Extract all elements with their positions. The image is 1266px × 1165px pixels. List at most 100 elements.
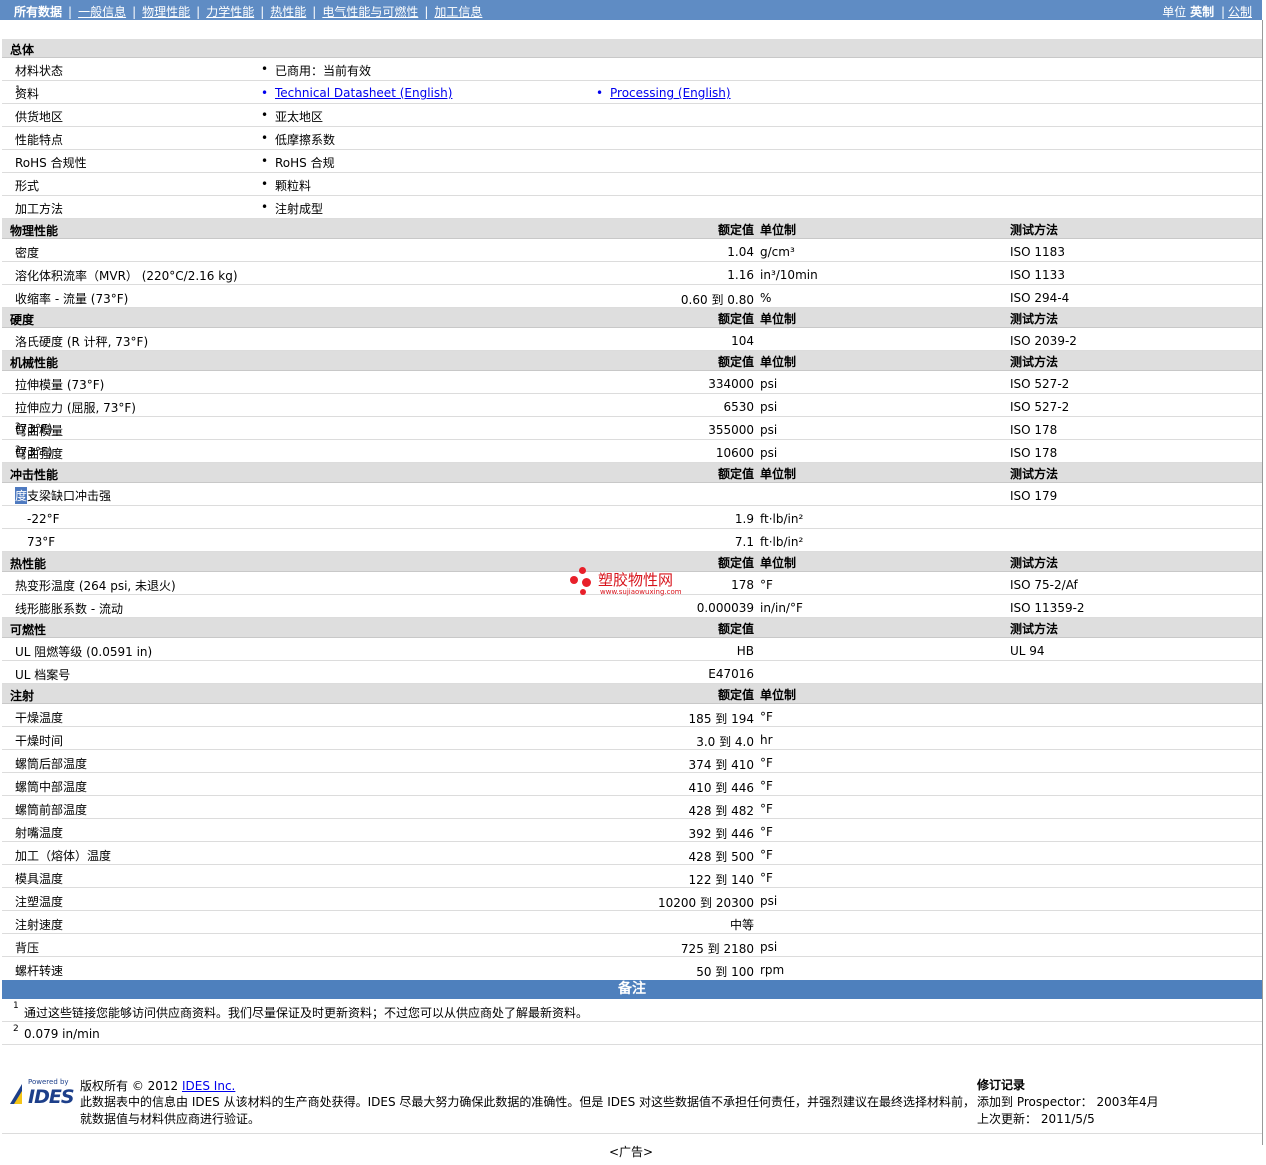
table-row: UL 阻燃等级 (0.0591 in) HB UL 94 [2,638,1262,661]
col-header-nominal: 额定值 [717,312,754,326]
table-row: 简支梁缺口冲击强度 ISO 179 [2,483,1262,506]
tab-physical[interactable]: 物理性能 [142,5,190,19]
table-row: 材料状态 已商用：当前有效 [2,58,1262,81]
table-row: 干燥时间 3.0 到 4.0 hr [2,727,1262,750]
section-header-mechanical: 机械性能 额定值 单位制 测试方法 [2,351,1262,371]
row-label: 干燥时间 [15,734,64,748]
row-unit: rpm [760,963,785,977]
table-row: -22°F 1.9 ft·lb/in² [2,506,1262,529]
col-header-method: 测试方法 [1010,622,1059,636]
row-method: ISO 178 [1010,423,1058,437]
row-label: 螺筒后部温度 [15,757,88,771]
unit-label: 单位 [1162,5,1187,19]
watermark-url: www.sujiaowuxing.com [600,588,682,596]
copyright: 版权所有 © 2012 IDES Inc. [80,1077,235,1094]
note-text: 0.079 in/min [24,1027,100,1041]
section-header-physical: 物理性能 额定值 单位制 测试方法 [2,219,1262,239]
row-method: ISO 1183 [1010,245,1065,259]
row-value: 0.000039 [696,601,754,615]
unit-english-button[interactable]: 英制 [1190,5,1214,19]
table-row: 弯曲强度 2 (73°F) 10600 psi ISO 178 [2,440,1262,463]
row-value: 725 到 2180 [680,942,754,956]
disclaimer-line-2: 就数据值与材料供应商进行验证。 [80,1112,261,1126]
row-value: 178 [731,578,754,592]
col-header-unit: 单位制 [760,688,797,702]
row-unit: °F [760,825,773,839]
col-header-unit: 单位制 [760,467,797,481]
row-label: 螺筒中部温度 [15,780,88,794]
table-row: 螺杆转速 50 到 100 rpm [2,957,1262,980]
row-label: 密度 [15,246,40,260]
row-label: 注塑温度 [15,895,64,909]
ides-logo-text: IDES [28,1086,75,1108]
disclaimer: 此数据表中的信息由 IDES 从该材料的生产商处获得。IDES 尽最大努力确保此… [80,1093,975,1127]
section-title: 物理性能 [10,224,59,238]
row-value: 已商用：当前有效 [261,62,371,79]
col-header-nominal: 额定值 [717,622,754,636]
tab-thermal[interactable]: 热性能 [270,5,306,19]
row-unit: hr [760,733,773,747]
row-label: 模具温度 [15,872,64,886]
row-unit: psi [760,423,778,437]
ides-inc-link[interactable]: IDES Inc. [182,1079,235,1093]
section-header-impact: 冲击性能 额定值 单位制 测试方法 [2,463,1262,483]
row-label: RoHS 合规性 [15,156,87,170]
table-row: 加工方法 注射成型 [2,196,1262,219]
row-value: 50 到 100 [696,965,754,979]
row-method: UL 94 [1010,644,1045,658]
row-method: ISO 1133 [1010,268,1065,282]
row-value: 6530 [723,400,754,414]
row-value: 3.0 到 4.0 [696,735,754,749]
row-unit: °F [760,871,773,885]
row-label-condition: (73°F) [15,422,53,436]
table-row: 拉伸模量 (73°F) 334000 psi ISO 527-2 [2,371,1262,394]
footnote-ref: 1 [15,85,21,95]
table-row: 线形膨胀系数 - 流动 0.000039 in/in/°F ISO 11359-… [2,595,1262,618]
tab-electrical-flammability[interactable]: 电气性能与可燃性 [322,5,418,19]
table-row: 溶化体积流率（MVR） (220°C/2.16 kg) 1.16 in³/10m… [2,262,1262,285]
row-value: 334000 [708,377,754,391]
section-title: 总体 [10,43,35,57]
row-unit: ft·lb/in² [760,512,804,526]
technical-datasheet-link[interactable]: Technical Datasheet (English) [261,86,452,100]
row-value: 355000 [708,423,754,437]
table-row: 73°F 7.1 ft·lb/in² [2,529,1262,552]
row-unit: % [760,291,772,305]
section-header-hardness: 硬度 额定值 单位制 测试方法 [2,308,1262,328]
col-header-method: 测试方法 [1010,467,1059,481]
col-header-unit: 单位制 [760,556,797,570]
ides-logo[interactable]: Powered by IDES [8,1078,75,1108]
row-method: ISO 2039-2 [1010,334,1077,348]
tab-general-info[interactable]: 一般信息 [78,5,126,19]
table-row: 螺筒前部温度 428 到 482 °F [2,796,1262,819]
row-label: 拉伸模量 (73°F) [15,378,105,392]
row-unit: °F [760,710,773,724]
section-title: 注射 [10,689,35,703]
row-method: ISO 178 [1010,446,1058,460]
tab-all-data[interactable]: 所有数据 [14,5,62,19]
table-row: 收缩率 - 流量 (73°F) 0.60 到 0.80 % ISO 294-4 [2,285,1262,308]
unit-metric-link[interactable]: 公制 [1228,5,1252,19]
tab-mechanical[interactable]: 力学性能 [206,5,254,19]
row-unit: psi [760,446,778,460]
row-value: 1.04 [727,245,754,259]
row-value: 428 到 500 [688,850,754,864]
table-row: 供货地区 亚太地区 [2,104,1262,127]
row-label: 材料状态 [15,64,64,78]
processing-link[interactable]: Processing (English) [596,86,731,100]
table-row: 密度 1.04 g/cm³ ISO 1183 [2,239,1262,262]
tab-processing[interactable]: 加工信息 [434,5,482,19]
table-row: 干燥温度 185 到 194 °F [2,704,1262,727]
copyright-text: 版权所有 © 2012 [80,1079,179,1093]
row-value: 10600 [715,446,754,460]
row-value: 1.9 [734,512,754,526]
table-row: 洛氏硬度 (R 计秤, 73°F) 104 ISO 2039-2 [2,328,1262,351]
row-label: 性能特点 [15,133,64,147]
row-method: ISO 527-2 [1010,377,1070,391]
row-label: UL 阻燃等级 (0.0591 in) [15,645,153,659]
row-unit: °F [760,756,773,770]
row-value: 亚太地区 [261,108,323,125]
section-title: 热性能 [10,557,47,571]
table-row: 拉伸应力 (屈服, 73°F) 6530 psi ISO 527-2 [2,394,1262,417]
row-label: UL 档案号 [15,668,71,682]
